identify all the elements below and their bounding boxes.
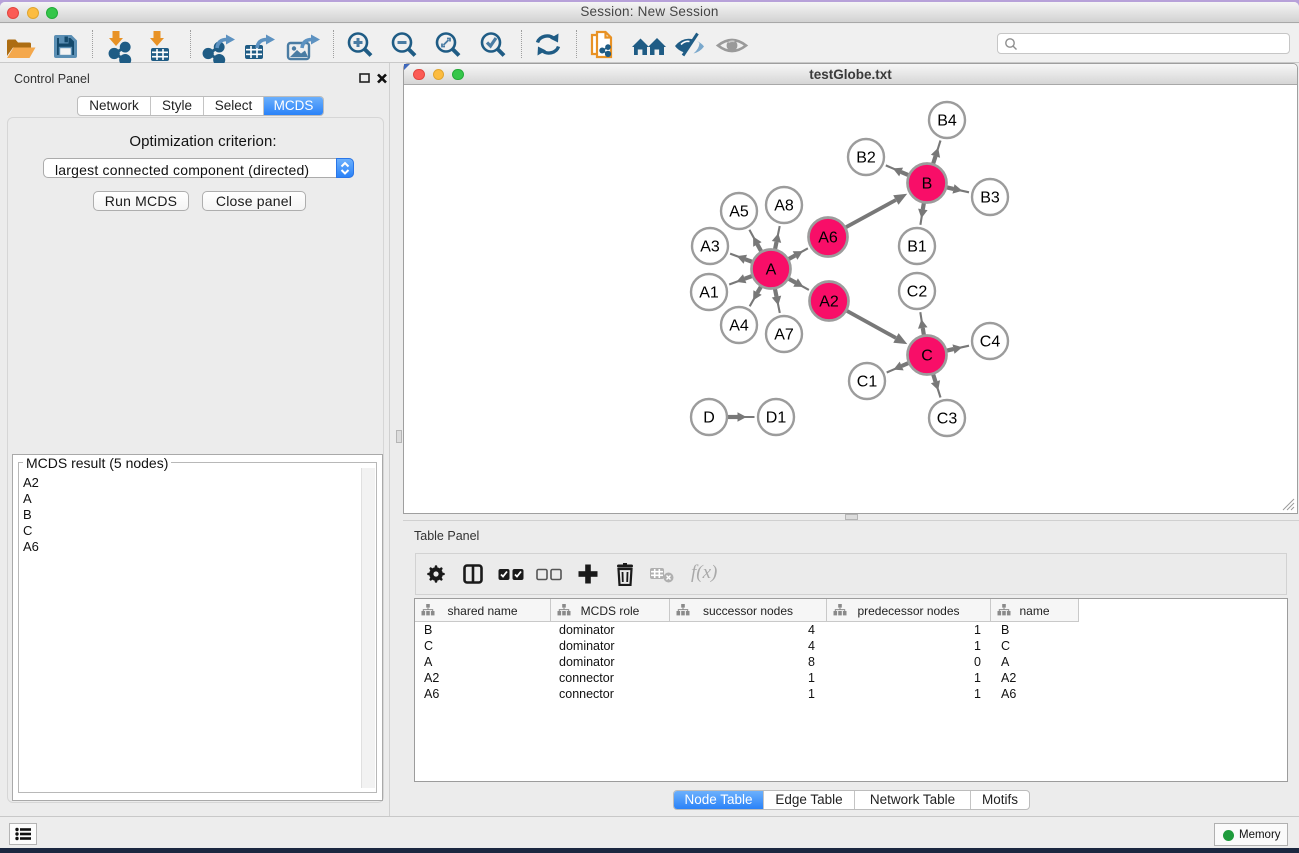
- svg-text:C: C: [921, 348, 933, 365]
- svg-text:B4: B4: [937, 113, 957, 130]
- svg-text:C3: C3: [937, 411, 958, 428]
- svg-text:D: D: [703, 410, 715, 427]
- svg-text:A6: A6: [818, 230, 838, 247]
- svg-text:A8: A8: [774, 198, 794, 215]
- svg-text:B1: B1: [907, 239, 927, 256]
- svg-text:C4: C4: [980, 334, 1001, 351]
- svg-text:B2: B2: [856, 150, 876, 167]
- svg-text:C1: C1: [857, 374, 878, 391]
- svg-text:A3: A3: [700, 239, 720, 256]
- svg-text:D1: D1: [766, 410, 787, 427]
- svg-text:A1: A1: [699, 285, 719, 302]
- svg-text:B3: B3: [980, 190, 1000, 207]
- svg-text:A4: A4: [729, 318, 749, 335]
- svg-text:A2: A2: [819, 294, 839, 311]
- svg-text:A: A: [766, 262, 777, 279]
- svg-text:A5: A5: [729, 204, 749, 221]
- svg-text:B: B: [922, 176, 933, 193]
- svg-text:C2: C2: [907, 284, 928, 301]
- svg-text:A7: A7: [774, 327, 794, 344]
